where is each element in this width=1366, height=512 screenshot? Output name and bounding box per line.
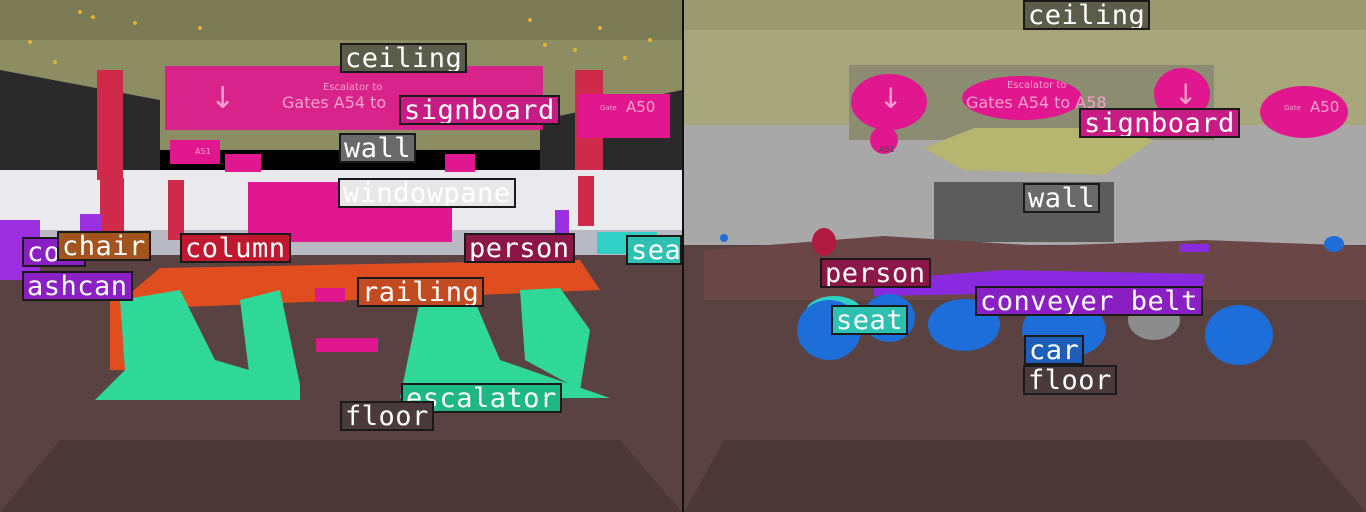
svg-text:A50: A50 bbox=[1310, 98, 1339, 116]
label-ceiling: ceiling bbox=[340, 43, 468, 73]
label-signboard: signboard bbox=[399, 95, 560, 125]
right-scene-image: ↓ ↓ Escalator to Gates A54 to A58 Gate A… bbox=[684, 0, 1366, 512]
svg-text:A51: A51 bbox=[879, 145, 895, 154]
svg-text:Escalator to: Escalator to bbox=[323, 82, 382, 93]
svg-text:A51: A51 bbox=[195, 147, 211, 156]
right-segmentation-panel: ↓ ↓ Escalator to Gates A54 to A58 Gate A… bbox=[684, 0, 1366, 512]
label-seat-partial: sea bbox=[626, 235, 682, 265]
label-ashcan: ashcan bbox=[22, 271, 133, 301]
label-floor: floor bbox=[340, 401, 434, 431]
svg-text:↓: ↓ bbox=[210, 81, 235, 116]
label-conveyer-belt: conveyer belt bbox=[975, 286, 1203, 316]
label-ceiling: ceiling bbox=[1023, 0, 1151, 30]
label-person: person bbox=[464, 233, 575, 263]
label-railing: railing bbox=[357, 277, 485, 307]
label-column: column bbox=[180, 233, 291, 263]
svg-text:Escalator to: Escalator to bbox=[1007, 80, 1066, 91]
svg-text:↓: ↓ bbox=[879, 82, 902, 115]
label-seat: seat bbox=[831, 305, 909, 335]
label-car: car bbox=[1024, 335, 1085, 365]
svg-text:A50: A50 bbox=[626, 98, 655, 116]
label-wall: wall bbox=[339, 133, 417, 163]
svg-text:Gate: Gate bbox=[1284, 104, 1301, 112]
label-person: person bbox=[820, 258, 931, 288]
label-wall: wall bbox=[1023, 183, 1101, 213]
label-signboard: signboard bbox=[1079, 108, 1240, 138]
label-windowpane: windowpane bbox=[338, 178, 516, 208]
label-floor: floor bbox=[1023, 365, 1117, 395]
left-segmentation-panel: ↓ Escalator to Gates A54 to Gate A50 A51… bbox=[0, 0, 682, 512]
svg-text:Gates A54 to: Gates A54 to bbox=[282, 93, 386, 112]
svg-text:↓: ↓ bbox=[1174, 78, 1197, 111]
svg-text:Gate: Gate bbox=[600, 104, 617, 112]
label-chair: chair bbox=[57, 231, 151, 261]
